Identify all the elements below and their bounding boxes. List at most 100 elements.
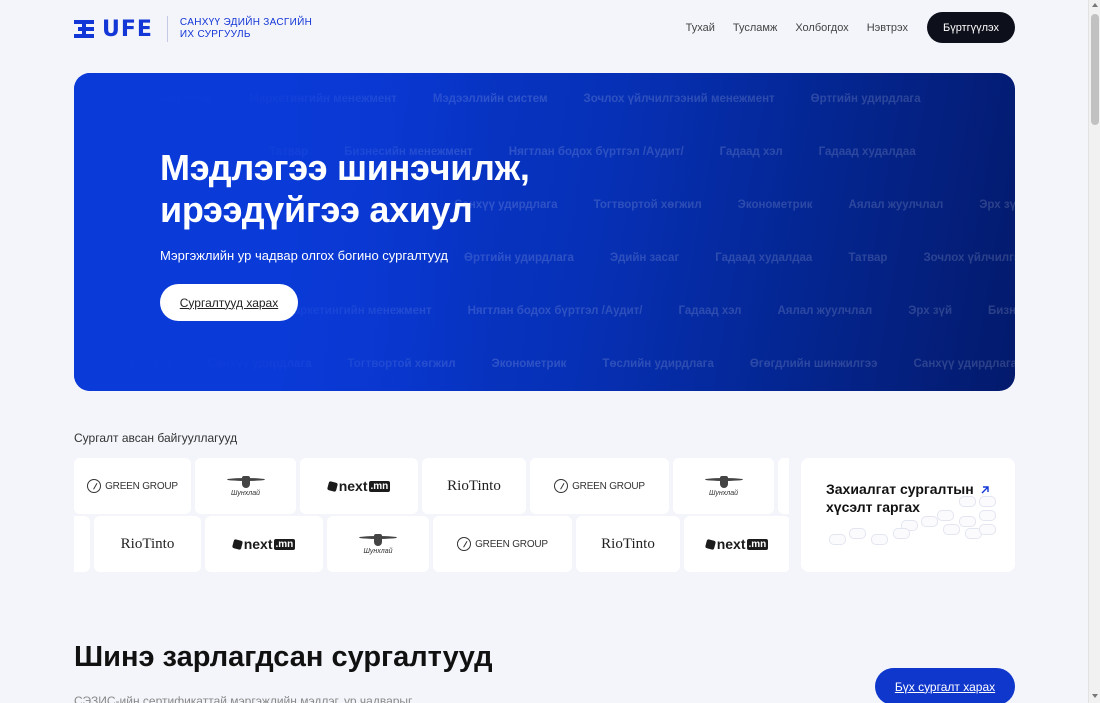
hero-banner: Эдийн засагМаркетингийн менежментМэдээлл… [74, 73, 1015, 391]
shunkhlai-logo: Шунхлай [704, 475, 743, 497]
shunkhlai-logo: Шунхлай [359, 533, 397, 555]
arrow-up-right-icon [979, 484, 991, 496]
decorative-pill [893, 528, 910, 539]
hero-fade-overlay [74, 73, 494, 391]
green-group-text: GREEN GROUP [105, 480, 178, 492]
partner-logos: GREEN GROUP Шунхлай next .mn RioTinto GREEN G… [74, 458, 789, 572]
shunkhlai-logo: Шунхлай [226, 475, 265, 497]
main-nav: Тухай Тусламж Холбогдох Нэвтрэх Бүртгүүл… [668, 12, 1015, 43]
next-mn-tld: .mn [368, 480, 391, 492]
hero-bg-subject: Гадаад хэл [719, 146, 783, 158]
partner-card: Шунхлай [195, 458, 296, 514]
partner-card: Шунхлай [327, 516, 429, 572]
nav-contact[interactable]: Холбогдох [795, 22, 848, 34]
site-header: UFE САНХҮҮ ЭДИЙН ЗАСГИЙН ИХ СУРГУУЛЬ Тух… [0, 0, 1088, 56]
riotinto-logo: RioTinto [120, 535, 175, 552]
decorative-pill [871, 534, 888, 545]
hero-bg-subject: Эрх зүй [908, 305, 953, 317]
register-button[interactable]: Бүртгүүлэх [927, 12, 1015, 43]
next-mn-logo: next .mn [326, 478, 391, 494]
partners-label: Сургалт авсан байгууллагууд [74, 431, 238, 445]
new-courses-title: Шинэ зарлагдсан сургалтууд [74, 641, 493, 673]
green-group-text: GREEN GROUP [475, 538, 548, 550]
hero-bg-subject: Аялал жуулчлал [848, 199, 944, 211]
partner-card: RioTinto [94, 516, 201, 572]
decorative-pill [943, 524, 960, 535]
custom-training-request-card[interactable]: Захиалгат сургалтын хүсэлт гаргах [801, 458, 1015, 572]
hero-title-line1: Мэдлэгээ шинэчилж, [160, 147, 530, 188]
hero-bg-subject: Санхүү удирдлага [913, 358, 1015, 370]
partner-card: Шунхлай [673, 458, 774, 514]
page-scrollbar[interactable] [1088, 0, 1100, 703]
hero-bg-row: Санхүү удирдлага Тогтвортой хөгжил Экономе… [454, 199, 1015, 211]
logo-sub-line1: САНХҮҮ ЭДИЙН ЗАСГИЙН [179, 17, 313, 28]
hero-title: Мэдлэгээ шинэчилж, ирээдүйгээ ахиул [160, 147, 530, 231]
next-mn-main: next [338, 478, 368, 494]
hero-bg-subject: Эконометрик [491, 358, 567, 370]
ufe-logo-icon [74, 20, 96, 38]
scroll-down-arrow-icon[interactable] [1092, 694, 1098, 698]
hero-bg-subject: Гадаад худалдаа [715, 252, 813, 264]
hero-bg-row: Өртгийн удирдлага Эдийн засаг Гадаад худал… [464, 252, 1015, 264]
partner-row-2: RioTinto next .mn Шунхлай GREEN GROUP RioTint… [74, 516, 789, 572]
decorative-pill [849, 528, 866, 539]
nav-login[interactable]: Нэвтрэх [867, 22, 908, 34]
hero-bg-subject: Гадаад худалдаа [818, 146, 916, 158]
next-mn-tld: .mn [746, 538, 769, 550]
next-mn-main: next [716, 536, 746, 552]
logo-subtitle: САНХҮҮ ЭДИЙН ЗАСГИЙН ИХ СУРГУУЛЬ [180, 17, 312, 41]
hero-title-line2: ирээдүйгээ ахиул [160, 189, 473, 230]
ufe-logo[interactable]: UFE САНХҮҮ ЭДИЙН ЗАСГИЙН ИХ СУРГУУЛЬ [74, 16, 312, 42]
partner-card [74, 516, 90, 572]
decorative-pill [979, 510, 996, 521]
riotinto-logo: RioTinto [447, 477, 501, 494]
hero-bg-subject: Зочлох үйлчилгээний менежмент [583, 93, 775, 105]
hero-bg-subject: Аялал жуулчлал [777, 305, 873, 317]
hero-bg-subject: Зочлох үйлчилгээ [923, 252, 1015, 264]
green-group-icon [87, 479, 102, 493]
green-group-logo: GREEN GROUP [87, 479, 178, 493]
hero-bg-subject: Өртгийн удирдлага [810, 93, 921, 105]
riotinto-logo: RioTinto [601, 535, 655, 552]
green-group-text: GREEN GROUP [572, 480, 645, 492]
hero-bg-subject: Өгөгдлийн шинжилгээ [749, 358, 878, 370]
next-mn-icon [231, 538, 243, 550]
decorative-pill [921, 516, 938, 527]
logo-text: UFE [102, 16, 153, 42]
eagle-icon [226, 475, 265, 489]
partner-card: next .mn [684, 516, 789, 572]
decorative-pill [979, 524, 996, 535]
custom-training-title: Захиалгат сургалтын хүсэлт гаргах [826, 481, 974, 515]
next-mn-icon [704, 538, 716, 550]
all-courses-button[interactable]: Бүх сургалт харах [875, 668, 1015, 703]
shunkhlai-text: Шунхлай [230, 490, 261, 497]
hero-bg-subject: Эдийн засаг [609, 252, 680, 264]
nav-about[interactable]: Тухай [686, 22, 715, 34]
partner-card: RioTinto [422, 458, 526, 514]
partner-card: GREEN GROUP [433, 516, 572, 572]
logo-divider [166, 16, 168, 42]
green-group-icon [554, 479, 569, 493]
next-mn-logo: next .mn [704, 536, 769, 552]
next-mn-main: next [243, 536, 273, 552]
green-group-logo: GREEN GROUP [457, 537, 548, 551]
partner-card: GREEN GROUP [530, 458, 669, 514]
logo-sub-line2: ИХ СУРГУУЛЬ [179, 29, 251, 40]
eagle-icon [359, 533, 397, 547]
hero-bg-subject: Эрх зүй [979, 199, 1015, 211]
scroll-thumb[interactable] [1091, 14, 1099, 125]
nav-help[interactable]: Тусламж [733, 22, 777, 34]
scroll-up-arrow-icon[interactable] [1092, 3, 1098, 7]
next-mn-tld: .mn [273, 538, 296, 550]
partner-card [778, 458, 789, 514]
view-courses-button[interactable]: Сургалтууд харах [160, 284, 298, 321]
partner-card: GREEN GROUP [74, 458, 191, 514]
decorative-pill [979, 496, 996, 507]
new-courses-subtitle: СЭЗИС-ийн сертификаттай мэргэжлийн мэдлэ… [74, 694, 413, 703]
hero-bg-subject: Эконометрик [737, 199, 813, 211]
hero-bg-subject: Бизнесийн менежмент [988, 305, 1015, 317]
eagle-icon [704, 475, 743, 489]
hero-bg-subject: Төслийн удирдлага [602, 358, 714, 370]
next-mn-logo: next .mn [231, 536, 296, 552]
decorative-pill [829, 534, 846, 545]
